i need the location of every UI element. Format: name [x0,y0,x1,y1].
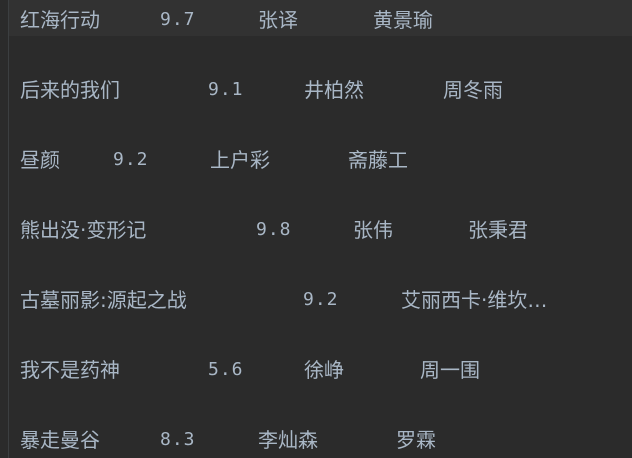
movie-title: 昼颜 [20,148,60,172]
movie-title: 后来的我们 [20,78,120,102]
movie-person-2: 周一围 [420,358,480,382]
movie-title: 我不是药神 [20,358,120,382]
movie-title: 熊出没·变形记 [20,218,147,242]
movie-score: 9.1 [208,79,244,100]
movie-title: 暴走曼谷 [20,428,100,452]
editor-gutter-border [8,0,9,458]
movie-person-2: 斋藤工 [348,148,408,172]
movie-title: 古墓丽影:源起之战 [20,288,187,312]
movie-score: 5.6 [208,359,244,380]
movie-person-1: 李灿森 [258,428,318,452]
movie-score: 9.2 [303,289,339,310]
movie-person-2: 张秉君 [468,218,528,242]
movie-person-2: 黄景瑜 [373,8,433,32]
movie-person-1: 张译 [258,8,298,32]
movie-title: 红海行动 [20,8,100,32]
current-line-highlight [9,0,632,36]
movie-person-1: 井柏然 [304,78,364,102]
movie-person-1: 上户彩 [210,148,270,172]
movie-person-2: 罗霖 [396,428,436,452]
movie-score: 9.8 [256,219,292,240]
movie-person-1: 徐峥 [304,358,344,382]
movie-score: 9.7 [160,9,196,30]
movie-score: 8.3 [160,429,196,450]
movie-person-1: 张伟 [353,218,393,242]
movie-person-1: 艾丽西卡·维坎… [401,288,548,312]
movie-score: 9.2 [113,149,149,170]
movie-person-2: 周冬雨 [443,78,503,102]
